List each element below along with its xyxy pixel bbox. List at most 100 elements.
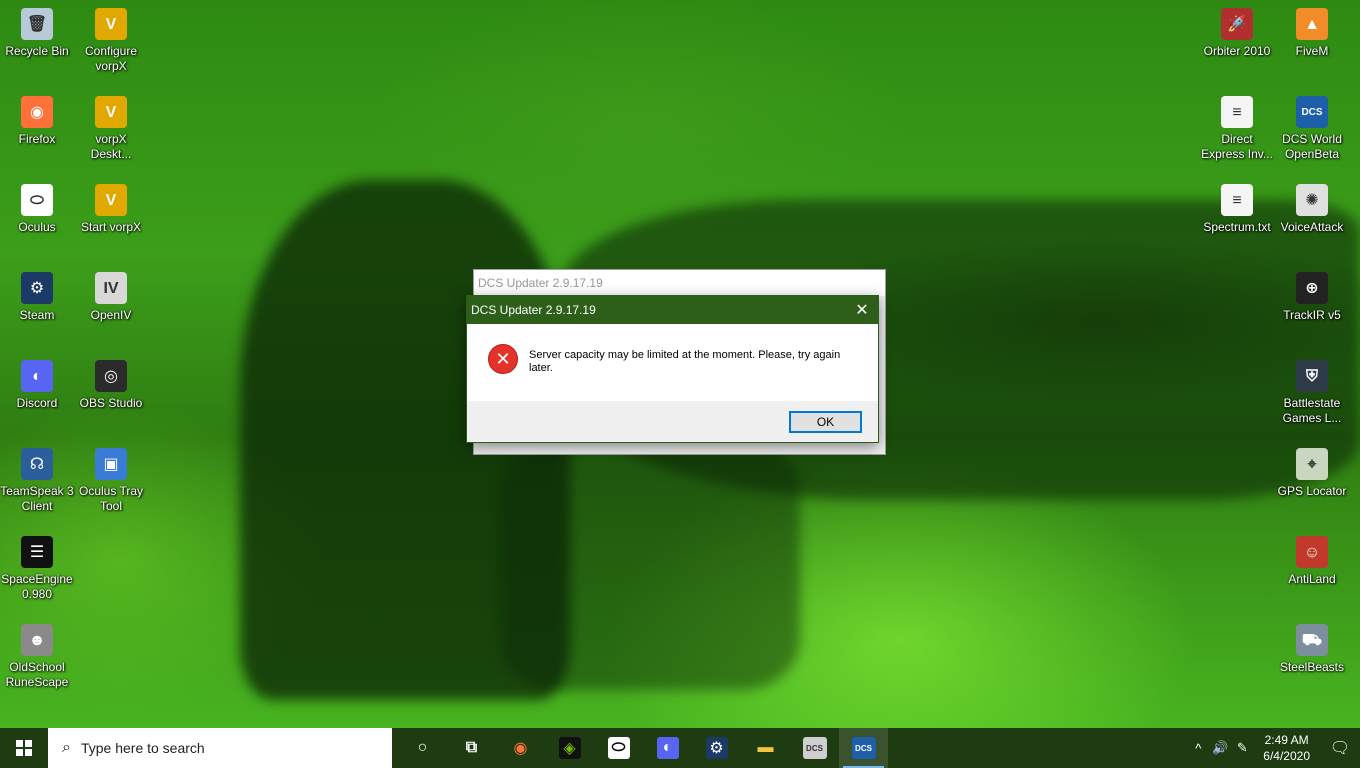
voiceattack-icon: ✺ [1296,184,1328,216]
clock-date: 6/4/2020 [1263,749,1310,763]
vorpx-icon: V [95,8,127,40]
desktop-icon-obs[interactable]: ◎ OBS Studio [74,360,148,411]
notification-icon[interactable]: 🗨 [1320,728,1360,768]
system-tray: ^ 🔊 ✎ 2:49 AM 6/4/2020 🗨 [1187,728,1360,768]
steam-icon: ⚙ [21,272,53,304]
taskbar-task-view-button[interactable]: ⧉ [447,728,496,768]
search-icon: ⌕ [62,739,71,756]
orbiter-icon: 🚀 [1221,8,1253,40]
desktop-icon-label: vorpX Deskt... [90,132,132,161]
desktop-icon-steelbeasts[interactable]: ⛟ SteelBeasts [1275,624,1349,675]
desktop-icon-label: Steam [19,308,55,322]
dcs-updater-icon: DCS [802,737,827,759]
close-icon[interactable]: ✕ [846,296,878,324]
search-box[interactable]: ⌕ Type here to search [48,728,392,768]
taskbar-cortana-button[interactable]: ○ [398,728,447,768]
desktop-icon-steam[interactable]: ⚙ Steam [0,272,74,323]
desktop: 🗑 Recycle Bin V Configure vorpX ◉ Firefox Vvor… [0,0,1360,728]
clock-time: 2:49 AM [1264,733,1309,747]
desktop-icon-label: GPS Locator [1277,484,1347,498]
spaceengine-icon: ☰ [21,536,53,568]
desktop-icon-voiceattack[interactable]: ✺ VoiceAttack [1275,184,1349,235]
desktop-icon-label: Direct Express Inv... [1201,132,1273,161]
dialog-footer: OK [467,401,878,442]
desktop-icon-recycle-bin[interactable]: 🗑 Recycle Bin [0,8,74,59]
taskbar-discord-button[interactable]: ◐ [643,728,692,768]
desktop-icon-trackir[interactable]: ⊕ TrackIR v5 [1275,272,1349,323]
start-button[interactable] [0,728,48,768]
vorpx-desktop-icon: V [95,96,127,128]
desktop-icon-runescape[interactable]: ☻ OldSchool RuneScape [0,624,74,690]
taskbar-steam-button[interactable]: ⚙ [692,728,741,768]
desktop-icon-oculus-tray[interactable]: ▣ Oculus Tray Tool [74,448,148,514]
taskbar-file-explorer-button[interactable]: ▬ [741,728,790,768]
desktop-icon-label: Start vorpX [80,220,142,234]
desktop-icon-vorpx-start[interactable]: V Start vorpX [74,184,148,235]
desktop-icon-openiv[interactable]: IV OpenIV [74,272,148,323]
desktop-icon-document[interactable]: ≡ Direct Express Inv... [1200,96,1274,162]
desktop-icon-teamspeak[interactable]: ☊ TeamSpeak 3 Client [0,448,74,514]
dcs-icon: DCS [1296,96,1328,128]
desktop-icon-spaceengine[interactable]: ☰ SpaceEngine 0.980 [0,536,74,602]
steelbeasts-icon: ⛟ [1296,624,1328,656]
volume-icon[interactable]: 🔊 [1209,740,1231,756]
desktop-icon-oculus[interactable]: ⬭ Oculus [0,184,74,235]
dialog-titlebar[interactable]: DCS Updater 2.9.17.19 ✕ [467,296,878,324]
desktop-icon-firefox[interactable]: ◉ Firefox [0,96,74,147]
desktop-icon-battlestate[interactable]: ⛨ Battlestate Games L... [1275,360,1349,426]
desktop-icon-label: TrackIR v5 [1283,308,1341,322]
vorpx-start-icon: V [95,184,127,216]
desktop-icon-label: AntiLand [1288,572,1336,586]
taskbar-dcs-world-button[interactable]: DCS [839,728,888,768]
recycle-bin-icon: 🗑 [21,8,53,40]
pen-icon[interactable]: ✎ [1231,740,1253,756]
dialog-message: Server capacity may be limited at the mo… [529,349,841,374]
ok-button[interactable]: OK [789,410,862,433]
taskbar-nvidia-button[interactable]: ◈ [545,728,594,768]
desktop-icon-label: TeamSpeak 3 Client [0,484,74,513]
search-placeholder: Type here to search [80,740,205,756]
battlestate-icon: ⛨ [1296,360,1328,392]
desktop-icon-fivem[interactable]: ▲ FiveM [1275,8,1349,59]
fivem-icon: ▲ [1296,8,1328,40]
desktop-icon-discord[interactable]: ◐ Discord [0,360,74,411]
desktop-icon-label: Battlestate Games L... [1282,396,1342,425]
desktop-icon-dcs[interactable]: DCS DCS World OpenBeta [1275,96,1349,162]
cortana-icon: ○ [417,739,428,756]
desktop-icon-label: OpenIV [90,308,132,322]
discord-icon: ◐ [656,737,679,759]
desktop-icon-label: FiveM [1295,44,1329,58]
teamspeak-icon: ☊ [21,448,53,480]
nvidia-icon: ◈ [558,737,581,759]
desktop-icon-vorpx[interactable]: V Configure vorpX [74,8,148,74]
taskbar: ⌕ Type here to search ○ ⧉ ◉ ◈ ⬭ ◐ ⚙ ▬ DCS DCS ^ 🔊… [0,728,1360,768]
firefox-icon: ◉ [21,96,53,128]
desktop-icon-label: OBS Studio [79,396,143,410]
desktop-icon-label: Discord [16,396,58,410]
clock[interactable]: 2:49 AM 6/4/2020 [1253,732,1320,764]
desktop-icon-label: Oculus [18,220,56,234]
desktop-icon-label: Configure vorpX [84,44,138,73]
desktop-icon-label: Orbiter 2010 [1203,44,1271,58]
windows-logo-icon [16,740,32,756]
desktop-icon-gps-locator[interactable]: ⌖ GPS Locator [1275,448,1349,499]
oculus-icon: ⬭ [607,737,630,759]
taskbar-oculus-button[interactable]: ⬭ [594,728,643,768]
desktop-icon-label: VoiceAttack [1280,220,1344,234]
desktop-icon-vorpx-desktop[interactable]: VvorpX Deskt... [74,96,148,162]
background-window-title: DCS Updater 2.9.17.19 [474,270,885,296]
oculus-tray-icon: ▣ [95,448,127,480]
desktop-icon-text-file[interactable]: ≡ Spectrum.txt [1200,184,1274,235]
error-icon: ✕ [488,344,518,374]
taskbar-dcs-updater-button[interactable]: DCS [790,728,839,768]
desktop-icon-label: SpaceEngine 0.980 [1,572,73,601]
chevron-up-icon[interactable]: ^ [1187,741,1209,756]
desktop-icon-label: Recycle Bin [5,44,69,58]
dialog-title: DCS Updater 2.9.17.19 [471,303,596,317]
gps-locator-icon: ⌖ [1296,448,1328,480]
desktop-icon-orbiter[interactable]: 🚀 Orbiter 2010 [1200,8,1274,59]
file-explorer-icon: ▬ [757,739,774,756]
taskbar-firefox-button[interactable]: ◉ [496,728,545,768]
desktop-icon-antiland[interactable]: ☺ AntiLand [1275,536,1349,587]
error-dialog[interactable]: DCS Updater 2.9.17.19 ✕ ✕ Server capacit… [466,295,879,443]
